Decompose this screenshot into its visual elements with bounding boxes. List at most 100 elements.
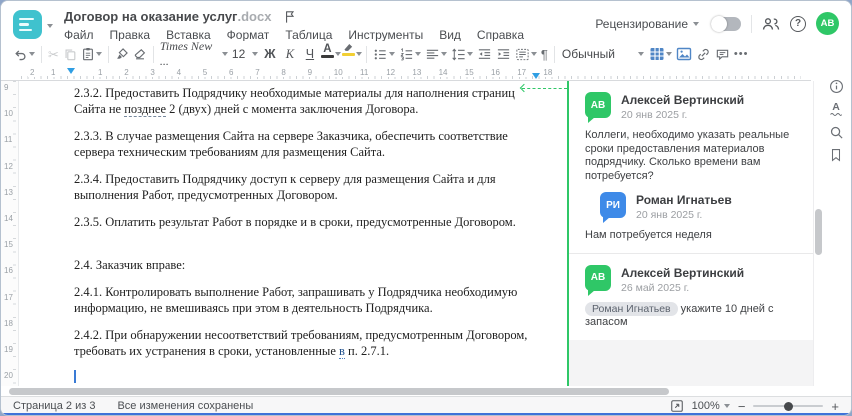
increase-indent-button[interactable] xyxy=(494,43,513,65)
chevron-down-icon xyxy=(388,52,395,56)
comment-author: Роман Игнатьев xyxy=(636,193,732,207)
undo-button[interactable] xyxy=(11,43,37,65)
comment-icon xyxy=(716,49,729,60)
highlight-color-swatch xyxy=(341,53,355,56)
chevron-down-icon xyxy=(251,52,258,56)
help-icon[interactable]: ? xyxy=(790,15,806,32)
zoom-level-select[interactable]: 100% xyxy=(692,400,730,412)
ruler-number: 20 xyxy=(4,371,13,381)
clear-formatting-button[interactable] xyxy=(131,43,149,65)
indent-marker-right[interactable] xyxy=(532,73,540,79)
font-size-select[interactable]: 12 xyxy=(230,43,260,65)
about-panel-button[interactable] xyxy=(825,78,847,94)
doc-paragraph[interactable]: 2.3.5. Оплатить результат Работ в порядк… xyxy=(74,214,542,230)
zoom-slider[interactable] xyxy=(753,401,824,411)
font-color-swatch xyxy=(320,55,334,58)
doc-paragraph[interactable] xyxy=(74,241,542,257)
chevron-down-icon[interactable] xyxy=(355,52,362,56)
avatar-tail-icon xyxy=(603,217,610,223)
insert-comment-button[interactable] xyxy=(713,43,732,65)
ruler-number: 18 xyxy=(4,318,13,328)
search-button[interactable] xyxy=(825,124,847,140)
cut-button[interactable]: ✂ xyxy=(46,43,61,65)
page-indicator[interactable]: Страница 2 из 3 xyxy=(13,400,95,412)
underline-button[interactable]: Ч xyxy=(300,43,320,65)
user-avatar[interactable]: АВ xyxy=(816,12,839,35)
spellcheck-button[interactable]: А xyxy=(825,101,847,117)
comment-thread[interactable]: АВ Алексей Вертинский 20 янв 2025 г. Коллег… xyxy=(569,81,813,253)
horizontal-scrollbar-track xyxy=(1,386,811,396)
numbered-list-button[interactable] xyxy=(397,43,423,65)
paragraph-spacing-icon xyxy=(516,48,529,60)
font-color-button[interactable]: А xyxy=(320,43,335,65)
document-page[interactable]: 2.3.2. Предоставить Подрядчику необходим… xyxy=(19,81,567,386)
zoom-in-button[interactable]: + xyxy=(831,400,839,413)
brush-icon xyxy=(116,48,128,59)
insert-image-button[interactable] xyxy=(674,43,694,65)
ruler-number: 11 xyxy=(4,135,13,145)
comment-reply[interactable]: РИ Роман Игнатьев 20 янв 2025 г. Нам потреб… xyxy=(585,192,799,243)
collaboration-users-icon[interactable] xyxy=(762,17,780,31)
bullet-list-button[interactable] xyxy=(371,43,397,65)
doc-paragraph[interactable]: 2.3.2. Предоставить Подрядчику необходим… xyxy=(74,85,542,117)
horizontal-scrollbar[interactable] xyxy=(9,387,669,395)
app-menu-button[interactable] xyxy=(13,10,53,39)
comment-thread[interactable]: АВ Алексей Вертинский 26 май 2025 г. Роман … xyxy=(569,254,813,340)
clipboard-icon xyxy=(82,48,93,61)
comment[interactable]: АВ Алексей Вертинский 20 янв 2025 г. Коллег… xyxy=(585,92,799,183)
review-mode-button[interactable]: Рецензирование xyxy=(595,17,699,31)
ruler-horizontal[interactable]: 2 1 1 2 3 4 5 6 7 8 9 10 11 12 13 14 15 16 17 18 xyxy=(1,67,811,81)
app-window: Договор на оказание услуг .docx Файл Прав… xyxy=(0,0,852,416)
line-spacing-button[interactable] xyxy=(449,43,475,65)
highlight-color-button[interactable] xyxy=(341,43,356,65)
ruler-vertical[interactable]: 9 10 11 12 13 14 15 16 17 18 19 20 xyxy=(1,81,19,386)
decrease-indent-button[interactable] xyxy=(475,43,494,65)
avatar: АВ xyxy=(585,264,611,296)
chevron-down-icon xyxy=(665,52,672,56)
text-run: 2.3.3. В случае размещения Сайта на серв… xyxy=(74,129,508,159)
ruler-number: 18 xyxy=(541,68,555,77)
flag-icon[interactable] xyxy=(284,10,296,24)
review-toggle[interactable] xyxy=(711,15,741,32)
doc-paragraph[interactable]: 2.4. Заказчик вправе: xyxy=(74,257,542,273)
bold-button[interactable]: Ж xyxy=(260,43,280,65)
paste-button[interactable] xyxy=(79,43,104,65)
indent-marker-left[interactable] xyxy=(67,68,75,74)
ruler-number: 13 xyxy=(410,68,424,77)
chevron-down-icon xyxy=(29,52,35,56)
doc-paragraph[interactable]: 2.3.4. Предоставить Подрядчику доступ к … xyxy=(74,171,542,203)
chevron-down-icon xyxy=(440,52,447,56)
italic-button[interactable]: К xyxy=(280,43,300,65)
doc-paragraph[interactable]: 2.4.1. Контролировать выполнение Работ, … xyxy=(74,284,542,316)
ruler-number: 3 xyxy=(148,68,157,77)
ruler-number: 10 xyxy=(331,68,345,77)
doc-paragraph[interactable]: 2.3.3. В случае размещения Сайта на серв… xyxy=(74,128,542,160)
image-icon xyxy=(676,47,692,61)
insert-table-button[interactable] xyxy=(647,43,674,65)
ruler-number: 14 xyxy=(4,214,13,223)
zoom-slider-thumb[interactable] xyxy=(783,401,793,411)
insert-link-button[interactable] xyxy=(694,43,713,65)
bookmarks-button[interactable] xyxy=(825,147,847,163)
zoom-out-button[interactable]: − xyxy=(738,400,746,413)
format-painter-button[interactable] xyxy=(113,43,131,65)
mention-pill[interactable]: Роман Игнатьев xyxy=(585,301,678,316)
align-button[interactable] xyxy=(423,43,449,65)
paragraph-style-select[interactable]: Обычный xyxy=(559,43,647,65)
divider xyxy=(107,45,109,63)
fit-page-button[interactable] xyxy=(670,399,684,413)
chevron-down-icon xyxy=(466,52,473,56)
font-name-select[interactable]: Times New ... xyxy=(158,39,230,68)
ruler-number: 5 xyxy=(200,68,210,77)
vertical-scrollbar[interactable] xyxy=(815,209,822,255)
comment-text: Коллеги, необходимо указать реальные сро… xyxy=(585,129,790,182)
doc-paragraph[interactable]: 2.4.2. При обнаружении несоответствий тр… xyxy=(74,327,542,359)
ruler-number: 1 xyxy=(49,68,58,77)
copy-button[interactable] xyxy=(61,43,79,65)
text-run: 2 (двух) дней с момента заключения Догов… xyxy=(166,102,419,116)
show-paragraph-marks-button[interactable]: ¶ xyxy=(539,43,550,65)
ruler-number: 6 xyxy=(227,68,236,77)
more-tools-button[interactable]: ••• xyxy=(732,43,751,65)
comment[interactable]: АВ Алексей Вертинский 26 май 2025 г. Роман … xyxy=(585,264,799,330)
paragraph-spacing-button[interactable] xyxy=(513,43,539,65)
